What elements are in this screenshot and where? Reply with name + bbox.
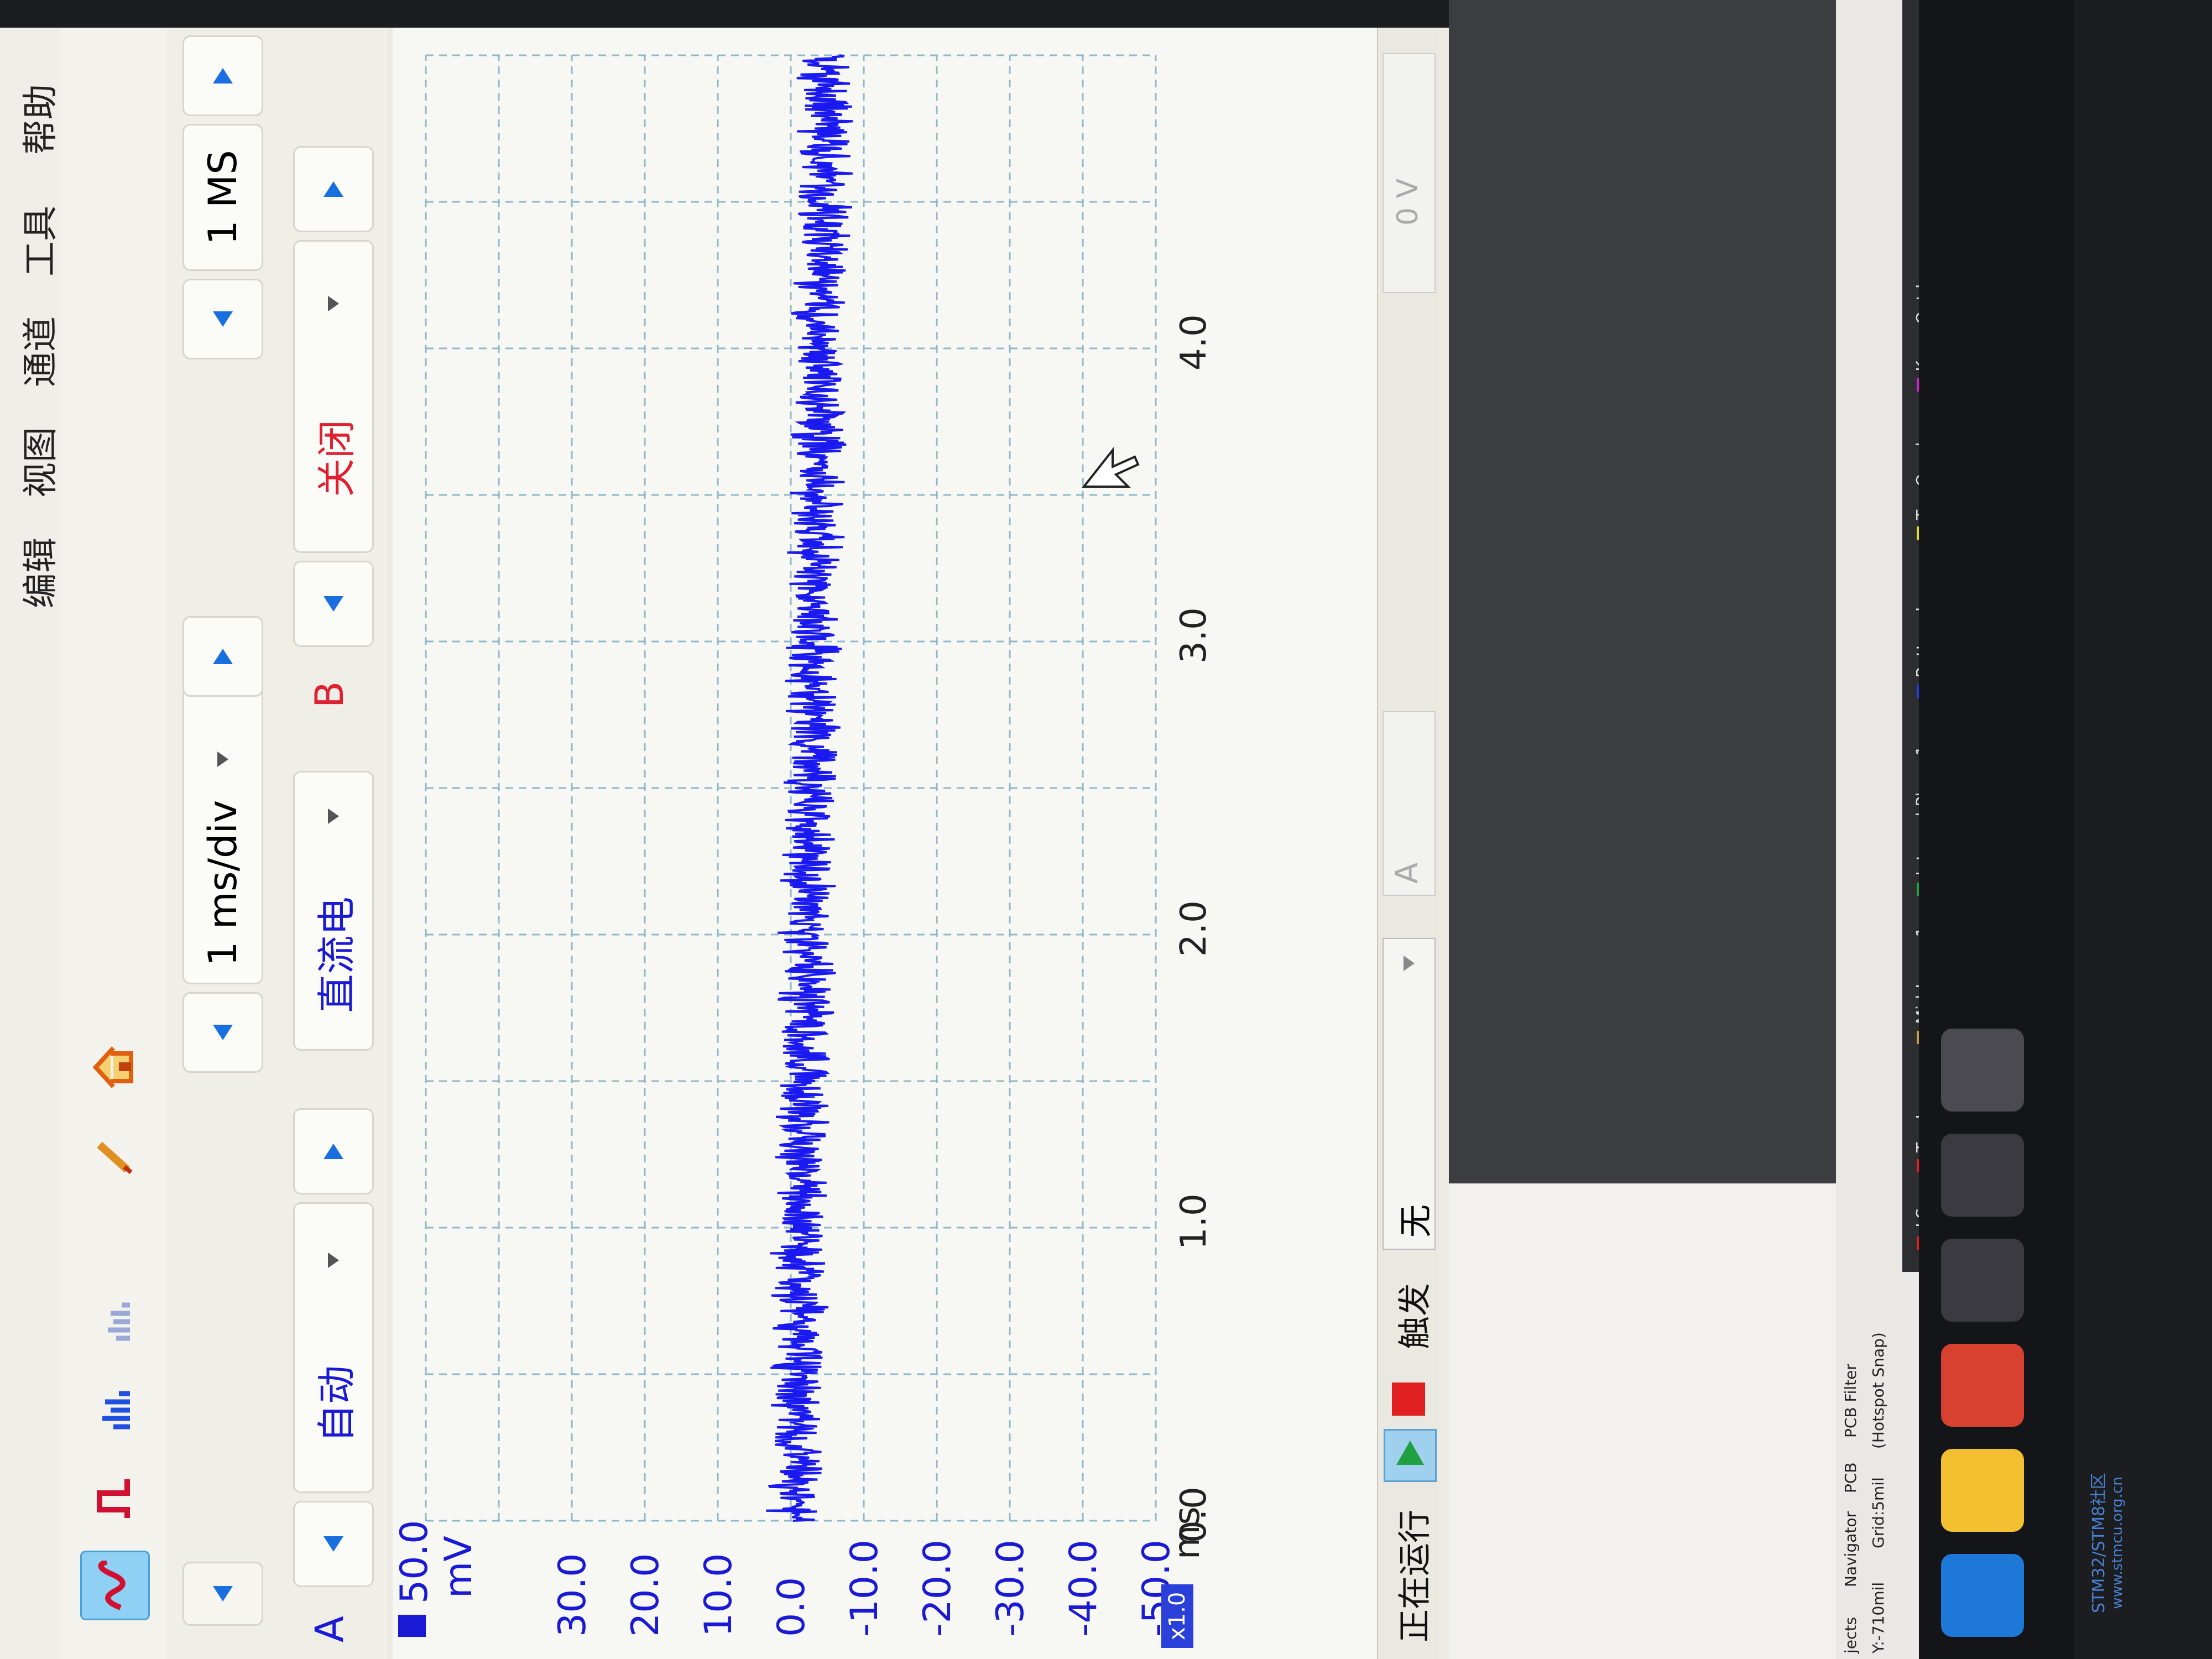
chevron-down-icon: [217, 751, 228, 767]
pcb-tab-filter[interactable]: PCB Filter: [1841, 1364, 1860, 1438]
pcb-grid: Grid:5mil: [1869, 1477, 1887, 1548]
pcb-tab-projects[interactable]: jects: [1841, 1617, 1860, 1653]
next-timebase-button[interactable]: [182, 616, 263, 697]
x-unit: ms: [1167, 1506, 1208, 1559]
pulse-icon[interactable]: [80, 1465, 147, 1532]
samples-value[interactable]: 1 MS: [182, 124, 263, 271]
windows-taskbar: [1919, 0, 2074, 1659]
watermark-line2: www.stmcu.org.cn: [2109, 1477, 2126, 1609]
channel-a-range-select[interactable]: 直流电: [293, 771, 374, 1051]
stop-button[interactable]: [1392, 1383, 1425, 1416]
prev-arrow-icon[interactable]: [182, 1562, 263, 1626]
spectrum-icon[interactable]: [80, 1377, 147, 1443]
channel-b-state-select[interactable]: 关闭: [293, 240, 374, 553]
timebase-value: 1 ms/div: [200, 800, 246, 966]
rainbow-app-icon[interactable]: [1941, 1029, 2024, 1112]
channel-a-next-button[interactable]: [293, 1108, 374, 1194]
rotated-screen: 编辑 视图 通道 工具 帮助 1 ms/div 1 MS A 自动 直流电 B …: [0, 0, 2212, 1659]
trigger-channel-select[interactable]: A: [1383, 711, 1436, 896]
channel-a-prev-button[interactable]: [293, 1501, 374, 1587]
prev-samples-button[interactable]: [182, 279, 263, 359]
x-tick-label: 2.0: [1173, 900, 1211, 957]
explorer-icon[interactable]: [1941, 1449, 2024, 1532]
y-tick-label: -30.0: [989, 1540, 1032, 1637]
x-tick-label: 1.0: [1173, 1193, 1211, 1250]
status-bar: 正在运行 触发 无 A 0 V: [1377, 28, 1439, 1659]
play-button[interactable]: [1384, 1429, 1437, 1482]
ie-icon[interactable]: [1941, 1554, 2024, 1637]
y-tick-label: 10.0: [697, 1553, 740, 1637]
altium-icon[interactable]: [1941, 1239, 2024, 1322]
menu-bar: 编辑 视图 通道 工具 帮助: [0, 28, 61, 1659]
waveform-icon[interactable]: [80, 1551, 150, 1620]
timebase-select[interactable]: 1 ms/div: [182, 688, 263, 984]
toolbar: [61, 28, 167, 1659]
trigger-mode-value: 无: [1397, 1204, 1436, 1238]
menu-view[interactable]: 视图: [12, 427, 63, 498]
trigger-channel-value: A: [1389, 862, 1425, 884]
y-tick-label: 0.0: [770, 1577, 813, 1637]
oscilloscope-window: 编辑 视图 通道 工具 帮助 1 ms/div 1 MS A 自动 直流电 B …: [0, 28, 1449, 1659]
chevron-down-icon: [328, 808, 339, 825]
menu-help[interactable]: 帮助: [12, 84, 63, 155]
channel-b-next-button[interactable]: [293, 146, 374, 232]
running-label: 正在运行: [1396, 1510, 1434, 1642]
menu-edit[interactable]: 编辑: [12, 538, 63, 608]
spectrum-alt-icon[interactable]: [80, 1288, 147, 1355]
watermark-line1: STM32/STM8社区: [2089, 1473, 2109, 1613]
next-samples-button[interactable]: [182, 35, 263, 116]
watermark: STM32/STM8社区 www.stmcu.org.cn: [2085, 1432, 2126, 1653]
pcb-coords: Y:-710mil: [1869, 1582, 1887, 1653]
channel-b-state: 关闭: [314, 420, 359, 497]
coupling-value: 自动: [314, 1365, 359, 1443]
menu-tools[interactable]: 工具: [12, 206, 63, 276]
channel-a-coupling-select[interactable]: 自动: [293, 1202, 374, 1493]
channel-row: A 自动 直流电 B 关闭: [276, 28, 387, 1659]
scope-plot: 30.0 20.0 10.0 0.0 -10.0 -20.0 -30.0 -40.0 -50.0…: [425, 54, 1211, 1637]
x-tick-label: 4.0: [1173, 314, 1211, 371]
trigger-level-field[interactable]: 0 V: [1383, 53, 1436, 293]
y-tick-label: -20.0: [916, 1540, 959, 1637]
y-tick-label: -10.0: [843, 1540, 886, 1637]
timebase-row: 1 ms/div 1 MS: [166, 28, 276, 1659]
pcb-tab-pcb[interactable]: PCB: [1841, 1462, 1860, 1493]
range-value: 直流电: [314, 896, 359, 1013]
prev-timebase-button[interactable]: [182, 992, 263, 1073]
y-tick-label: 20.0: [624, 1553, 667, 1637]
home-icon[interactable]: [80, 1034, 147, 1100]
trigger-label: 触发: [1396, 1283, 1434, 1349]
chrome-icon[interactable]: [1941, 1344, 2024, 1427]
chevron-down-icon: [1404, 956, 1415, 971]
channel-b-label: B: [307, 681, 352, 708]
y-tick-label: 30.0: [551, 1553, 594, 1637]
menu-channel[interactable]: 通道: [12, 316, 63, 387]
mouse-cursor-icon: [1081, 447, 1140, 488]
trigger-level-value: 0 V: [1391, 178, 1425, 226]
pcb-snap: (Hotspot Snap): [1869, 1332, 1887, 1449]
channel-a-label: A: [307, 1616, 352, 1642]
pen-icon[interactable]: [80, 1123, 147, 1189]
app-icon[interactable]: [1941, 1134, 2024, 1217]
y-tick-label: -40.0: [1062, 1540, 1105, 1637]
scope-display: 50.0 mV 30.0 20.0 10.0 0.0 -10.0 -20.0 -30.0 -4…: [393, 28, 1432, 1659]
x-tick-label: 3.0: [1173, 607, 1211, 664]
trigger-mode-select[interactable]: 无: [1383, 938, 1436, 1250]
channel-b-prev-button[interactable]: [293, 561, 374, 647]
chevron-down-icon: [328, 296, 339, 311]
chevron-down-icon: [328, 1253, 339, 1268]
zoom-badge[interactable]: x1.0: [1161, 1584, 1193, 1648]
pcb-tab-navigator[interactable]: Navigator: [1841, 1511, 1860, 1587]
